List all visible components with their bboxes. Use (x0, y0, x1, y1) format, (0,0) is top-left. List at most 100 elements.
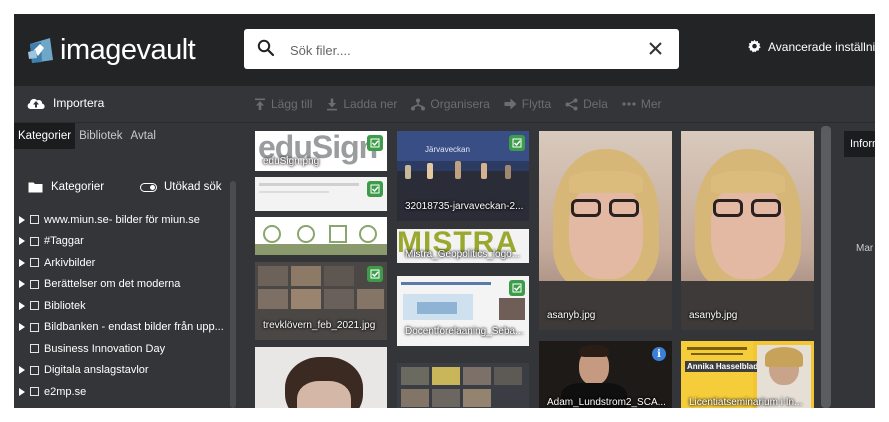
image-tile[interactable] (255, 177, 387, 211)
share-label: Dela (583, 97, 608, 111)
move-label: Flytta (521, 97, 552, 111)
share-icon (565, 98, 578, 110)
organize-button[interactable]: Organisera (411, 97, 490, 111)
caret-right-icon[interactable] (19, 387, 25, 396)
tree-checkbox[interactable] (30, 365, 39, 375)
tree-checkbox[interactable] (30, 279, 39, 289)
image-tile[interactable]: asanyb.jpg (539, 131, 672, 330)
imagevault-logo-icon (28, 38, 53, 63)
folder-icon (28, 182, 43, 193)
info-icon[interactable]: i (652, 347, 666, 361)
move-button[interactable]: Flytta (504, 97, 551, 111)
tree-checkbox[interactable] (30, 236, 39, 246)
tree-checkbox[interactable] (30, 301, 39, 311)
tree-item[interactable]: Arkivbilder (14, 252, 238, 274)
more-label: Mer (640, 97, 662, 111)
check-icon (512, 283, 522, 293)
tree-checkbox[interactable] (30, 387, 39, 397)
search-icon (257, 39, 275, 57)
selected-badge[interactable] (509, 135, 525, 151)
image-tile[interactable]: eduSign eduSign.png (255, 131, 387, 171)
image-tile[interactable]: MISTRA Mistra_Geopolitics_logo... (397, 229, 529, 263)
extended-search-label: Utökad sök (164, 181, 222, 193)
tree-item-label: Berättelser om det moderna (44, 278, 181, 291)
selected-badge[interactable] (367, 266, 383, 282)
close-icon[interactable] (648, 41, 663, 56)
more-button[interactable]: Mer (622, 97, 662, 111)
image-tile[interactable] (397, 363, 529, 408)
left-panel: Kategorier Bibliotek Avtal Kategorier Ut… (14, 123, 238, 408)
add-button[interactable]: Lägg till (254, 97, 312, 111)
image-caption: asanyb.jpg (689, 310, 738, 321)
check-icon (370, 269, 380, 279)
image-tile[interactable] (255, 217, 387, 255)
caret-right-icon[interactable] (19, 280, 25, 289)
add-label: Lägg till (271, 97, 313, 111)
image-tile[interactable]: Annika Hasselblad Licentiatseminarium i … (681, 341, 814, 408)
tab-information[interactable]: Information (844, 131, 875, 157)
extended-search-toggle[interactable] (140, 183, 157, 192)
download-label: Ladda ner (343, 97, 398, 111)
grid-scrollbar[interactable] (821, 126, 831, 408)
tree-item[interactable]: e2mp.se (14, 381, 238, 403)
selected-badge[interactable] (367, 181, 383, 197)
tree-item-label: www.miun.se- bilder för miun.se (44, 213, 200, 226)
tree-checkbox[interactable] (30, 322, 39, 332)
categories-label: Kategorier (51, 181, 105, 193)
caret-right-icon[interactable] (19, 301, 25, 310)
caret-right-icon[interactable] (19, 215, 25, 224)
caret-right-icon[interactable] (19, 323, 25, 332)
tab-bibliotek[interactable]: Bibliotek (75, 123, 126, 149)
caret-right-icon[interactable] (19, 366, 25, 375)
tree-item[interactable]: www.miun.se- bilder för miun.se (14, 209, 238, 231)
tree-checkbox[interactable] (30, 258, 39, 268)
image-caption: Docentforelaaning_Seba... (405, 326, 524, 337)
tree-item[interactable]: Bibliotek (14, 295, 238, 317)
image-caption: trevklövern_feb_2021.jpg (263, 320, 376, 331)
share-button[interactable]: Dela (565, 97, 608, 111)
advanced-settings-label: Avancerade inställningar (768, 39, 875, 54)
check-icon (512, 138, 522, 148)
tree-item[interactable]: Digitala anslagstavlor (14, 360, 238, 382)
upload-tray-icon (255, 98, 265, 110)
image-tile[interactable]: asanyb.jpg (681, 131, 814, 330)
toolbar-actions: Lägg till Ladda ner Organisera Flytta De… (254, 97, 676, 111)
tree-item[interactable]: Berättelser om det moderna (14, 274, 238, 296)
selected-badge[interactable] (367, 135, 383, 151)
search-input[interactable] (288, 38, 632, 62)
cloud-upload-icon (27, 98, 45, 109)
tree-item[interactable]: #Taggar (14, 231, 238, 253)
tree-item[interactable]: Business Innovation Day (14, 338, 238, 360)
tree-item-label: #Taggar (44, 235, 84, 248)
caret-right-icon[interactable] (19, 237, 25, 246)
image-tile[interactable]: trevklövern_feb_2021.jpg (255, 262, 387, 340)
left-scrollbar[interactable] (230, 181, 236, 408)
image-caption: Adam_Lundstrom2_SCA... (547, 397, 666, 408)
tab-avtal[interactable]: Avtal (127, 123, 160, 149)
jarvaveckan-sign: Järvaveckan (425, 145, 470, 154)
image-tile[interactable]: Järvaveckan 32018735-jarvaveckan-2... (397, 131, 529, 221)
search-box (244, 29, 679, 69)
selected-badge[interactable] (509, 280, 525, 296)
categories-header[interactable]: Kategorier (28, 181, 104, 193)
image-tile[interactable]: Adam_Lundstrom2_SCA... i (539, 341, 672, 408)
info-field-label: Mar (856, 243, 874, 254)
advanced-settings-button[interactable]: Avancerade inställningar (747, 39, 875, 54)
poster-name: Annika Hasselblad (685, 361, 761, 372)
check-icon (370, 138, 380, 148)
image-tile[interactable] (255, 347, 387, 408)
more-dots-icon (622, 102, 636, 106)
import-button[interactable]: Importera (26, 96, 104, 110)
tree-item-label: Digitala anslagstavlor (44, 364, 149, 377)
download-button[interactable]: Ladda ner (326, 97, 397, 111)
tree-checkbox[interactable] (30, 344, 39, 354)
imagevault-logo[interactable]: imagevault (26, 32, 196, 68)
tree-checkbox[interactable] (30, 215, 39, 225)
tree-item[interactable]: Bildbanken - endast bilder från upp... (14, 317, 238, 339)
image-caption: eduSign.png (263, 156, 320, 167)
tab-kategorier[interactable]: Kategorier (14, 123, 76, 149)
caret-right-icon[interactable] (19, 258, 25, 267)
image-tile[interactable]: Docentforelaaning_Seba... (397, 276, 529, 346)
image-caption: asanyb.jpg (547, 310, 596, 321)
tree-item-label: Bibliotek (44, 299, 86, 312)
